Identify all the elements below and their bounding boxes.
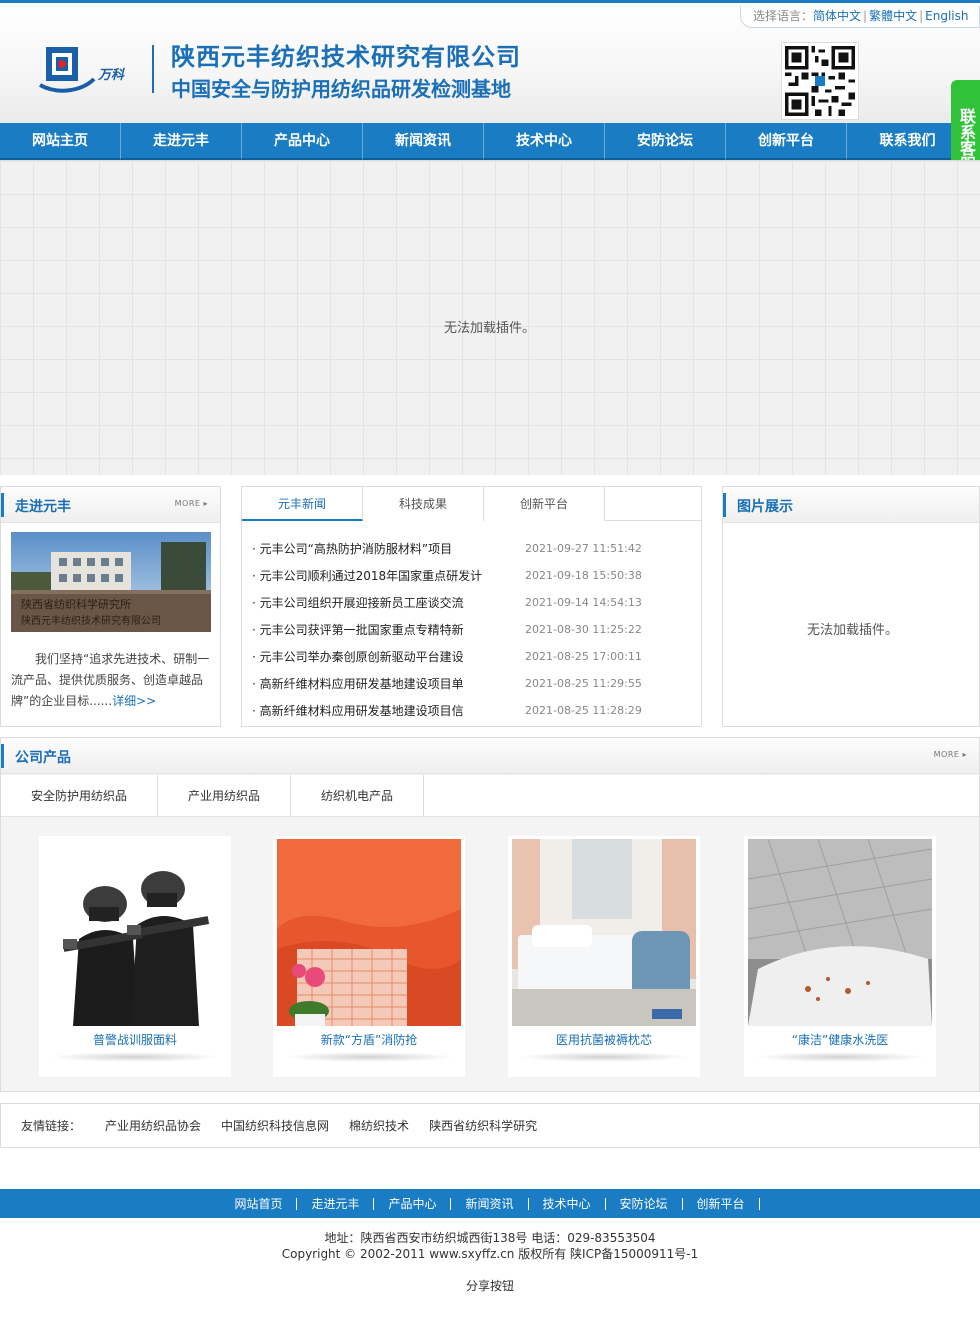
product-name[interactable]: 新款“方盾”消防抢 — [273, 1031, 465, 1048]
product-name[interactable]: 医用抗菌被褥枕芯 — [508, 1031, 700, 1048]
lang-english-link[interactable]: English — [925, 9, 968, 23]
footer-copyright: Copyright © 2002-2011 www.sxyffz.cn 版权所有… — [281, 1247, 699, 1261]
nav-forum[interactable]: 安防论坛 — [605, 123, 726, 160]
language-label: 选择语言： — [753, 9, 814, 23]
product-image-medical-bedding[interactable] — [512, 839, 696, 1026]
list-item[interactable]: · 元丰公司顺利通过2018年国家重点研发计 2021-09-18 15:50:3… — [252, 562, 692, 589]
svg-text:陕西省纺织科学研究所: 陕西省纺织科学研究所 — [21, 597, 131, 611]
footer-address: 地址：陕西省西安市纺织城西街138号 电话：029-83553504 — [324, 1231, 656, 1245]
product-category-tabs: 安全防护用纺织品 产业用纺织品 纺织机电产品 — [1, 775, 979, 817]
about-panel-header: 走进元丰 MORE ▸ — [1, 487, 220, 523]
friendly-link[interactable]: 棉纺织技术 — [349, 1117, 409, 1134]
footer-link-tech[interactable]: 技术中心 — [529, 1197, 606, 1210]
language-switcher: 选择语言：简体中文 | 繁體中文 | English — [740, 6, 980, 28]
products-more-link[interactable]: MORE ▸ — [934, 750, 967, 759]
products-section: 公司产品 MORE ▸ 安全防护用纺织品 产业用纺织品 纺织机电产品 普警战训服… — [0, 737, 980, 1092]
gallery-plugin-message: 无法加载插件。 — [807, 623, 899, 638]
company-slogan: 中国安全与防护用纺织品研发检测基地 — [171, 77, 511, 101]
banner-plugin-message: 无法加载插件。 — [444, 321, 536, 336]
products-title: 公司产品 — [15, 750, 71, 766]
nav-home[interactable]: 网站主页 — [0, 123, 121, 160]
product-card[interactable]: 医用抗菌被褥枕芯 — [508, 836, 700, 1077]
product-image-washable-quilt[interactable] — [748, 839, 932, 1026]
product-image-police-uniform[interactable] — [43, 839, 227, 1026]
footer-link-forum[interactable]: 安防论坛 — [606, 1197, 683, 1210]
news-tabs: 元丰新闻 科技成果 创新平台 — [242, 487, 701, 521]
gallery-panel-header: 图片展示 — [723, 487, 979, 523]
product-name[interactable]: 普警战训服面料 — [39, 1031, 231, 1048]
footer-link-about[interactable]: 走进元丰 — [297, 1197, 375, 1210]
footer-link-home[interactable]: 网站首页 — [220, 1197, 298, 1210]
nav-products[interactable]: 产品中心 — [242, 123, 363, 160]
list-item[interactable]: · 元丰公司举办秦创原创新驱动平台建设 2021-08-25 17:00:11 — [252, 643, 692, 670]
nav-tech[interactable]: 技术中心 — [484, 123, 605, 160]
about-panel: 走进元丰 MORE ▸ 陕西省纺织科学研究所 陕西元丰纺织技术研究有限公司 我们… — [0, 486, 221, 727]
news-panel: 元丰新闻 科技成果 创新平台 · 元丰公司“高热防护消防服材料”项目 2021-0… — [241, 486, 702, 727]
friendly-link[interactable]: 陕西省纺织科学研究 — [429, 1117, 537, 1134]
friendly-link[interactable]: 中国纺织科技信息网 — [221, 1117, 329, 1134]
header-divider — [152, 45, 154, 93]
product-card[interactable]: 新款“方盾”消防抢 — [273, 836, 465, 1077]
company-name: 陕西元丰纺织技术研究有限公司 — [171, 43, 521, 71]
nav-news[interactable]: 新闻资讯 — [363, 123, 484, 160]
main-nav: 网站主页 走进元丰 产品中心 新闻资讯 技术中心 安防论坛 创新平台 联系我们 — [0, 123, 980, 160]
nav-about[interactable]: 走进元丰 — [121, 123, 242, 160]
tab-company-news[interactable]: 元丰新闻 — [242, 487, 363, 521]
about-summary: 我们坚持“追求先进技术、研制一流产品、提供优质服务、创造卓越品牌”的企业目标..… — [11, 652, 210, 708]
lang-simplified-link[interactable]: 简体中文 — [813, 9, 861, 23]
nav-contact[interactable]: 联系我们 — [847, 123, 968, 160]
share-button[interactable]: 分享按钮 — [0, 1277, 980, 1294]
tab-tech-achievements[interactable]: 科技成果 — [363, 487, 484, 521]
lang-traditional-link[interactable]: 繁體中文 — [869, 9, 917, 23]
svg-text:万科: 万科 — [97, 67, 125, 83]
product-image-fire-fabric[interactable] — [277, 839, 461, 1026]
products-header: 公司产品 MORE ▸ — [1, 738, 979, 774]
site-header: 选择语言：简体中文 | 繁體中文 | English 万科 陕西元丰纺织技术研究有限公司… — [0, 0, 980, 123]
footer-nav: 网站首页 走进元丰 产品中心 新闻资讯 技术中心 安防论坛 创新平台 — [0, 1189, 980, 1218]
footer-link-products[interactable]: 产品中心 — [374, 1197, 452, 1210]
list-item[interactable]: · 元丰公司组织开展迎接新员工座谈交流 2021-09-14 14:54:13 — [252, 589, 692, 616]
tab-safety-textiles[interactable]: 安全防护用纺织品 — [1, 775, 159, 817]
tab-industrial-textiles[interactable]: 产业用纺织品 — [158, 775, 292, 817]
about-detail-link[interactable]: 详细>> — [112, 694, 156, 708]
about-building-image[interactable]: 陕西省纺织科学研究所 陕西元丰纺织技术研究有限公司 — [11, 532, 211, 632]
friendly-link[interactable]: 产业用纺织品协会 — [105, 1117, 201, 1134]
friendly-links-label: 友情链接： — [21, 1119, 82, 1133]
qr-code-icon — [781, 42, 859, 120]
company-logo[interactable]: 万科 — [38, 41, 130, 97]
footer-link-news[interactable]: 新闻资讯 — [451, 1197, 529, 1210]
gallery-title: 图片展示 — [737, 499, 793, 515]
product-card[interactable]: “康洁”健康水洗医 — [744, 836, 936, 1077]
news-list: · 元丰公司“高热防护消防服材料”项目 2021-09-27 11:51:42 ·… — [252, 535, 692, 724]
list-item[interactable]: · 高新纤维材料应用研发基地建设项目单 2021-08-25 11:29:55 — [252, 670, 692, 697]
banner-area: 无法加载插件。 — [0, 160, 980, 475]
friendly-links: 友情链接： 产业用纺织品协会 中国纺织科技信息网 棉纺织技术 陕西省纺织科学研究 — [0, 1103, 980, 1148]
product-name[interactable]: “康洁”健康水洗医 — [744, 1031, 936, 1048]
svg-text:陕西元丰纺织技术研究有限公司: 陕西元丰纺织技术研究有限公司 — [21, 614, 161, 627]
about-more-link[interactable]: MORE ▸ — [175, 499, 208, 508]
list-item[interactable]: · 高新纤维材料应用研发基地建设项目信 2021-08-25 11:28:29 — [252, 697, 692, 724]
nav-innovation[interactable]: 创新平台 — [726, 123, 847, 160]
list-item[interactable]: · 元丰公司“高热防护消防服材料”项目 2021-09-27 11:51:42 — [252, 535, 692, 562]
tab-innovation-platform[interactable]: 创新平台 — [484, 487, 605, 521]
list-item[interactable]: · 元丰公司获评第一批国家重点专精特新 2021-08-30 11:25:22 — [252, 616, 692, 643]
gallery-panel: 图片展示 无法加载插件。 — [722, 486, 980, 727]
footer-link-innovation[interactable]: 创新平台 — [683, 1197, 760, 1210]
product-card[interactable]: 普警战训服面料 — [39, 836, 231, 1077]
about-title: 走进元丰 — [15, 499, 71, 515]
tab-textile-machinery[interactable]: 纺织机电产品 — [291, 775, 425, 817]
